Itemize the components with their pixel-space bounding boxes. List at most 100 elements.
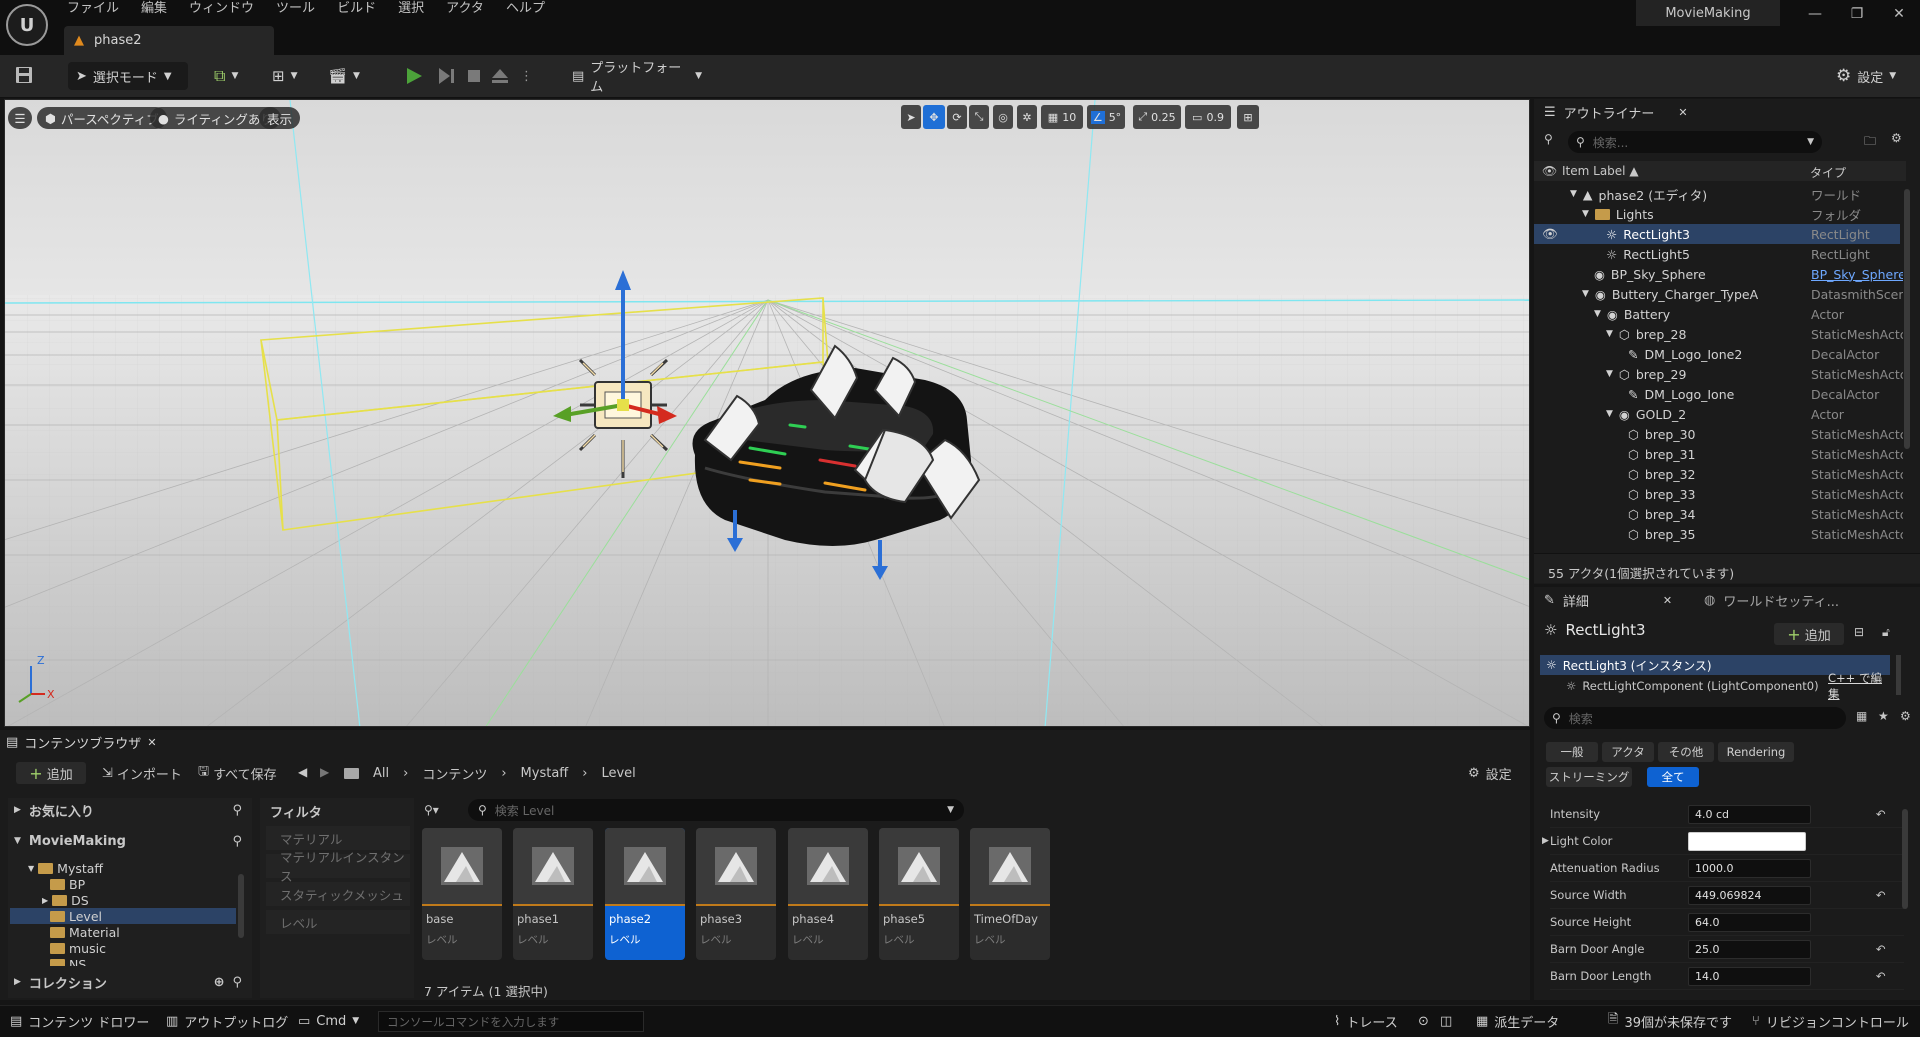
asset-tile[interactable]: base レベル <box>422 828 502 960</box>
content-browser-tab[interactable]: ▤ コンテンツブラウザ ✕ <box>6 732 157 752</box>
forward-icon[interactable]: ▶ <box>320 765 329 779</box>
menu-tools[interactable]: ツール <box>265 0 326 18</box>
outliner-tab[interactable]: ☰ アウトライナー ✕ <box>1540 99 1690 125</box>
grid-snap-button[interactable]: ▦ 10 <box>1041 105 1083 129</box>
search-icon[interactable]: ⚲ <box>232 834 242 849</box>
chevron-right-icon[interactable]: ▶ <box>1542 836 1549 846</box>
barn-door-length-input[interactable]: 14.0 <box>1688 966 1811 986</box>
folder-tree-scrollbar[interactable] <box>238 874 244 938</box>
tree-item-world[interactable]: ▼ ▲ phase2 (エディタ) ワールド <box>1534 184 1900 204</box>
viewport-menu-button[interactable]: ☰ <box>8 107 32 129</box>
scale-tool-icon[interactable]: ⤡ <box>969 105 989 129</box>
screenshot-icon[interactable]: ◫ <box>1440 1005 1452 1037</box>
search-icon[interactable]: ⚲ <box>232 803 242 818</box>
scale-snap-button[interactable]: ⤢ 0.25 <box>1133 105 1181 129</box>
content-settings-button[interactable]: ⚙ 設定 <box>1468 762 1512 784</box>
gear-icon[interactable]: ⚙ <box>1891 131 1902 145</box>
filter-chip-rendering[interactable]: Rendering <box>1718 742 1794 762</box>
outliner-search-input[interactable]: ⚲ 検索... ▼ <box>1568 131 1822 153</box>
gear-icon[interactable]: ⚙ <box>1900 709 1911 723</box>
folder-ns[interactable]: NS <box>50 956 244 966</box>
tree-item-brep-30[interactable]: ⬡ brep_30 StaticMeshActc <box>1534 424 1903 444</box>
blueprint-icon[interactable]: ⊟ <box>1854 625 1864 639</box>
tree-item-charger[interactable]: ▼ ◉ Buttery_Charger_TypeA DatasmithScen <box>1534 284 1903 304</box>
details-scrollbar[interactable] <box>1902 809 1908 909</box>
tree-item-brep-29[interactable]: ▼ ⬡ brep_29 StaticMeshActc <box>1534 364 1903 384</box>
record-icon[interactable]: ⊙ <box>1418 1005 1429 1037</box>
rotation-snap-button[interactable]: ∠ 5° <box>1087 105 1125 129</box>
filter-chip-misc[interactable]: その他 <box>1658 742 1714 762</box>
filter-material-instance[interactable]: マテリアルインスタンス <box>266 850 410 884</box>
reset-icon[interactable]: ↶ <box>1876 942 1886 956</box>
asset-tile[interactable]: phase5 レベル <box>879 828 959 960</box>
cmd-dropdown[interactable]: ▭ Cmd ▼ <box>298 1005 359 1037</box>
tree-item-lights-folder[interactable]: ▼ Lights フォルダ <box>1534 204 1900 224</box>
tree-item-brep-31[interactable]: ⬡ brep_31 StaticMeshActc <box>1534 444 1903 464</box>
stop-button[interactable] <box>464 62 486 90</box>
barn-door-angle-input[interactable]: 25.0 <box>1688 939 1811 959</box>
derived-data-button[interactable]: ▦ 派生データ <box>1476 1005 1559 1037</box>
minimize-icon[interactable]: — <box>1800 3 1830 25</box>
folder-material[interactable]: Material <box>50 924 244 940</box>
attenuation-radius-input[interactable]: 1000.0 <box>1688 858 1811 878</box>
breadcrumb-mystaff[interactable]: Mystaff <box>521 766 569 781</box>
tree-item-brep-28[interactable]: ▼ ⬡ brep_28 StaticMeshActc <box>1534 324 1903 344</box>
type-column[interactable]: タイプ <box>1810 164 1846 181</box>
camera-speed-button[interactable]: ▭ 0.9 <box>1185 105 1231 129</box>
filter-level[interactable]: レベル <box>266 910 410 934</box>
project-section[interactable]: ▼ MovieMaking ⚲ <box>14 831 242 851</box>
cinematics-button[interactable]: 🎬︎ ▼ <box>328 62 368 90</box>
asset-tile-selected[interactable]: phase2 レベル <box>605 828 685 960</box>
tree-item-gold2[interactable]: ▼ ◉ GOLD_2 Actor <box>1534 404 1900 424</box>
add-component-button[interactable]: + 追加 <box>1774 623 1844 645</box>
asset-tile[interactable]: TimeOfDay レベル <box>970 828 1050 960</box>
step-button[interactable] <box>436 62 458 90</box>
reset-icon[interactable]: ↶ <box>1876 969 1886 983</box>
level-viewport[interactable]: Z X ☰ ⬢ パースペクティブ ● ライティングあり 表示 ➤ ✥ ⟳ ⤡ ◎… <box>4 99 1530 727</box>
details-search-input[interactable]: ⚲ 検索 <box>1544 707 1846 729</box>
menu-build[interactable]: ビルド <box>326 0 387 18</box>
collections-section[interactable]: ▶ コレクション ⊕ ⚲ <box>14 972 242 992</box>
menu-file[interactable]: ファイル <box>56 0 130 18</box>
details-tab[interactable]: ✎ 詳細 ✕ <box>1540 587 1690 613</box>
close-icon[interactable]: ✕ <box>1884 3 1914 25</box>
unreal-logo-icon[interactable]: U <box>6 4 48 46</box>
tree-item-brep-35[interactable]: ⬡ brep_35 StaticMeshActc <box>1534 524 1903 544</box>
tree-item-brep-34[interactable]: ⬡ brep_34 StaticMeshActc <box>1534 504 1903 524</box>
tree-item-battery[interactable]: ▼ ◉ Battery Actor <box>1534 304 1900 324</box>
play-button[interactable] <box>404 62 426 90</box>
star-icon[interactable]: ★ <box>1878 709 1889 723</box>
intensity-input[interactable]: 4.0 cd <box>1688 804 1811 824</box>
close-icon[interactable]: ✕ <box>1663 594 1672 607</box>
select-mode-dropdown[interactable]: ➤ 選択モード ▼ <box>68 62 188 90</box>
menu-help[interactable]: ヘルプ <box>495 0 556 18</box>
outliner-scrollbar[interactable] <box>1904 189 1910 449</box>
content-drawer-button[interactable]: ▤ コンテンツ ドロワー <box>10 1005 149 1037</box>
menu-edit[interactable]: 編集 <box>130 0 178 18</box>
console-input[interactable]: コンソールコマンドを入力します <box>378 1011 644 1032</box>
blueprint-button[interactable]: ⊞ ▼ <box>272 62 312 90</box>
breadcrumb-content[interactable]: コンテンツ <box>422 764 487 783</box>
output-log-button[interactable]: ▥ アウトプットログ <box>166 1005 288 1037</box>
show-button[interactable]: 表示 <box>259 107 301 129</box>
breadcrumb-level[interactable]: Level <box>601 766 635 781</box>
unsaved-button[interactable]: 🗎︎ 39個が未保存です <box>1608 1005 1732 1037</box>
select-tool-icon[interactable]: ➤ <box>901 105 921 129</box>
tree-item-decal-logo2[interactable]: ✎ DM_Logo_Ione2 DecalActor <box>1534 344 1900 364</box>
rotate-tool-icon[interactable]: ⟳ <box>947 105 967 129</box>
surface-snap-icon[interactable]: ✲ <box>1017 105 1037 129</box>
restore-icon[interactable]: ❐ <box>1842 3 1872 25</box>
more-options-icon[interactable]: ⋮ <box>520 62 533 90</box>
folder-level[interactable]: Level <box>10 908 236 924</box>
world-local-icon[interactable]: ◎ <box>993 105 1013 129</box>
level-tab[interactable]: ▲ phase2 <box>64 26 274 55</box>
revision-control-button[interactable]: ⑂ リビジョンコントロール <box>1752 1005 1909 1037</box>
item-label-column[interactable]: Item Label ▲ <box>1562 164 1639 178</box>
asset-tile[interactable]: phase1 レベル <box>513 828 593 960</box>
asset-tile[interactable]: phase4 レベル <box>788 828 868 960</box>
source-height-input[interactable]: 64.0 <box>1688 912 1811 932</box>
breadcrumb-all[interactable]: All <box>373 766 389 781</box>
menu-select[interactable]: 選択 <box>387 0 435 18</box>
add-collection-icon[interactable]: ⊕ <box>214 975 225 990</box>
blueprint-link[interactable]: BP_Sky_Sphere <box>1811 267 1903 282</box>
